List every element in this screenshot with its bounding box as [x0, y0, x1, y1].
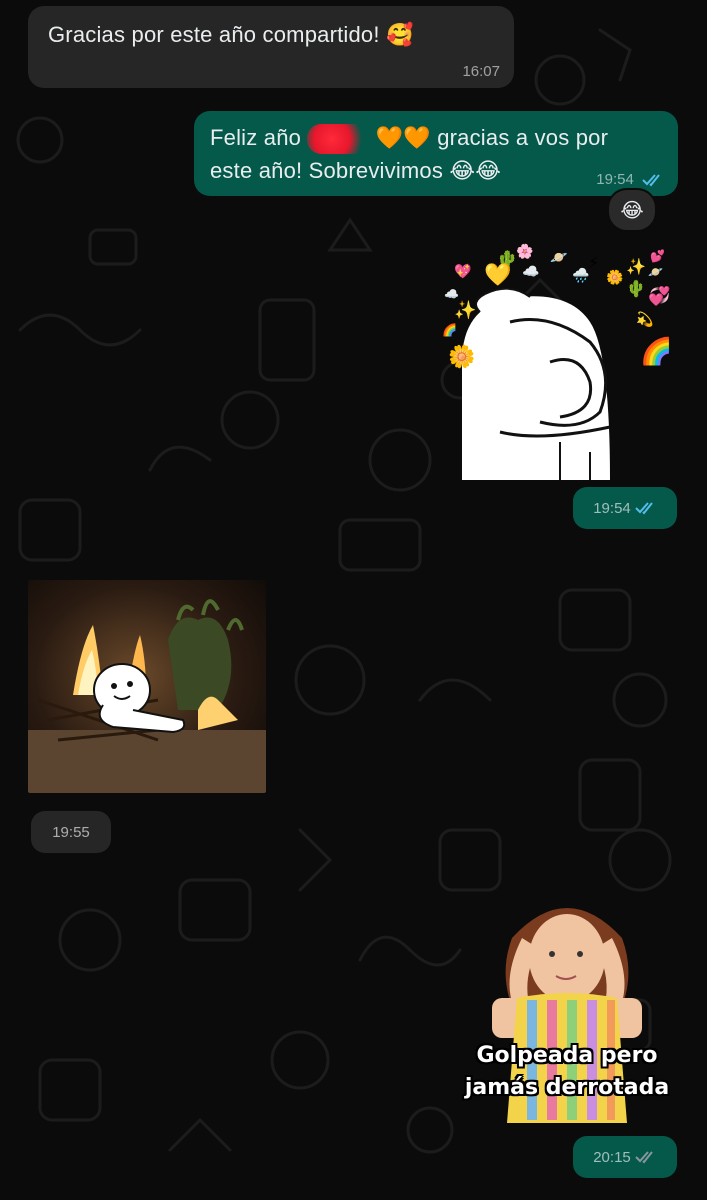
sticker-time-chip: 19:54 [573, 487, 677, 529]
fire-meme-picture [28, 580, 266, 793]
sticker-caption: Golpeada pero jamás derrotada [452, 1040, 682, 1104]
svg-text:🌵: 🌵 [626, 279, 646, 298]
svg-text:⚡: ⚡ [588, 255, 599, 272]
read-double-check-icon [642, 174, 660, 187]
svg-text:💛: 💛 [484, 262, 512, 287]
message-text-line2: este año! Sobrevivimos 😂😂 [210, 158, 502, 184]
message-time: 16:07 [462, 63, 500, 80]
message-time: 19:54 [596, 171, 634, 188]
message-text: Gracias por este año compartido! 🥰 [48, 22, 414, 47]
svg-text:☁️: ☁️ [522, 263, 539, 279]
message-time: 19:54 [593, 499, 631, 517]
message-text-before: Feliz año [210, 125, 302, 150]
svg-text:☁️: ☁️ [444, 287, 459, 301]
svg-text:✨: ✨ [626, 258, 646, 276]
fire-meme-image[interactable] [28, 580, 266, 793]
reaction-badge[interactable]: 😂 [607, 188, 657, 232]
outgoing-message-bubble[interactable]: Feliz año 🧡🧡 gracias a vos por este año!… [194, 111, 678, 196]
golpeada-sticker[interactable]: Golpeada pero jamás derrotada [452, 888, 682, 1128]
svg-text:💖: 💖 [454, 263, 472, 279]
message-text-after: 🧡🧡 gracias a vos por [375, 125, 609, 150]
svg-text:🌼: 🌼 [448, 344, 475, 369]
message-time: 19:55 [52, 823, 90, 841]
incoming-message-bubble[interactable]: Gracias por este año compartido! 🥰 16:07 [28, 6, 514, 88]
svg-text:🌸: 🌸 [516, 243, 533, 260]
svg-text:🌈: 🌈 [640, 335, 672, 366]
image-time-chip: 19:55 [31, 811, 111, 853]
svg-text:🌈: 🌈 [442, 322, 457, 337]
svg-text:🪐: 🪐 [648, 265, 663, 279]
svg-text:💫: 💫 [636, 311, 654, 328]
message-time: 20:15 [593, 1148, 631, 1166]
hug-sticker[interactable]: 🌵 🌸 💖 💛 ☁️ 🪐 ⚡ 🌧️ 🌼 ✨ 🪐 💕 🌵 ☁️ ✨ 💞 💫 🌈 🌼 🌈 [440, 242, 680, 484]
svg-text:🪐: 🪐 [550, 249, 568, 265]
svg-text:✨: ✨ [454, 300, 476, 320]
svg-text:🌧️: 🌧️ [572, 266, 589, 284]
svg-text:💕: 💕 [650, 249, 665, 263]
reaction-emoji: 😂 [620, 199, 644, 222]
sticker-caption-line1: Golpeada pero [476, 1043, 658, 1068]
delivered-double-check-icon [635, 1151, 653, 1164]
message-text-line1: Feliz año 🧡🧡 gracias a vos por [210, 121, 662, 155]
svg-text:💞: 💞 [648, 285, 670, 306]
sticker-caption-line2: jamás derrotada [464, 1075, 670, 1100]
hug-sticker-image: 🌵🌸 💖 💛 ☁️🪐 ⚡🌧️ 🌼✨ 🪐💕 🌵☁️ ✨💞 💫🌈 🌼 🌈 [442, 243, 672, 480]
redacted-name-scribble [307, 124, 370, 155]
svg-text:🌼: 🌼 [606, 269, 623, 286]
read-double-check-icon [635, 502, 653, 515]
sticker-time-chip: 20:15 [573, 1136, 677, 1178]
message-meta: 19:54 [596, 171, 664, 188]
